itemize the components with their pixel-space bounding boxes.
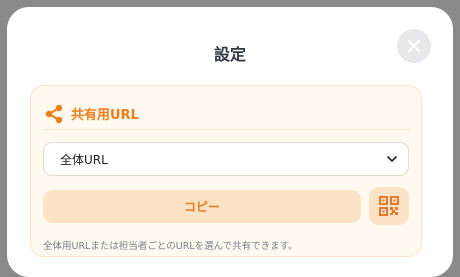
settings-modal: 設定 共有用URL 全体URL コピー 全体用URLまたは担当者ごとのURLを選… (7, 7, 453, 277)
copy-button[interactable]: コピー (43, 190, 361, 223)
close-icon (407, 39, 421, 53)
close-button[interactable] (397, 29, 431, 63)
chevron-down-icon (387, 156, 397, 162)
modal-title: 設定 (213, 45, 246, 64)
url-select-value: 全体URL (60, 152, 108, 167)
card-header: 共有用URL (43, 98, 409, 130)
card-title: 共有用URL (71, 108, 139, 123)
qr-code-button[interactable] (369, 187, 409, 225)
qr-code-icon (379, 196, 399, 216)
url-select[interactable]: 全体URL (43, 142, 409, 176)
share-icon (43, 103, 65, 125)
share-url-card: 共有用URL 全体URL コピー 全体用URLまたは担当者ごとのURLを選んで共… (30, 85, 422, 257)
share-hint-text: 全体用URLまたは担当者ごとのURLを選んで共有できます。 (43, 241, 298, 252)
